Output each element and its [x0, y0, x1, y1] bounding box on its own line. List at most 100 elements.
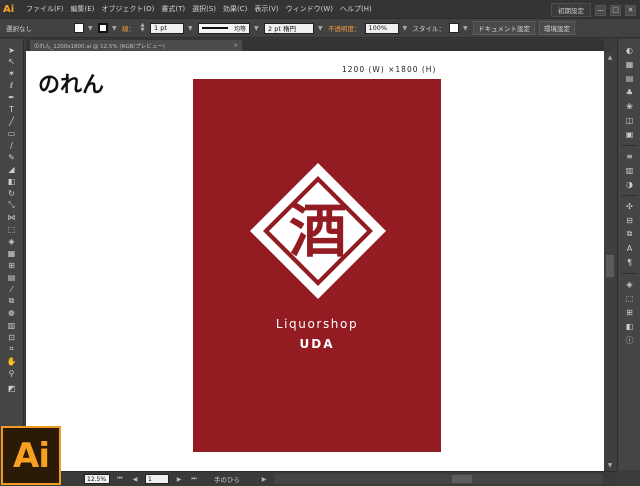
menu-file[interactable]: ファイル(F) [26, 4, 64, 14]
prev-artboard-icon[interactable]: ◀ [130, 474, 140, 484]
pathfinder-panel-icon[interactable]: ⧉ [623, 229, 636, 239]
opacity-label[interactable]: 不透明度： [328, 23, 361, 33]
color-guide-panel-icon[interactable]: ▦ [623, 59, 636, 69]
menu-effect[interactable]: 効果(C) [223, 4, 247, 14]
perspective-grid-tool-icon[interactable]: ▦ [5, 248, 18, 258]
size-label: 1200 (W) ×1800 (H) [342, 65, 437, 74]
symbols-panel-icon[interactable]: ❀ [623, 101, 636, 111]
graphic-styles-panel-icon[interactable]: ◫ [623, 115, 636, 125]
swatches-panel-icon[interactable]: ▤ [623, 73, 636, 83]
slice-tool-icon[interactable]: ⌗ [5, 344, 18, 354]
opacity-dropdown-icon[interactable]: ▼ [403, 23, 409, 33]
menu-help[interactable]: ヘルプ(H) [340, 4, 372, 14]
stroke-panel-icon[interactable]: ≡ [623, 151, 636, 161]
transparency-panel-icon[interactable]: ◑ [623, 179, 636, 189]
fill-dropdown-icon[interactable]: ▼ [88, 23, 94, 33]
stroke-label[interactable]: 線： [122, 23, 135, 33]
scroll-up-icon[interactable]: ▲ [606, 53, 614, 61]
vertical-scrollbar[interactable]: ▲ ▼ [604, 51, 616, 471]
brush-select[interactable]: 2 pt 楕円 [264, 22, 314, 34]
magic-wand-tool-icon[interactable]: ✶ [5, 68, 18, 78]
menu-edit[interactable]: 編集(E) [71, 4, 95, 14]
stroke-weight-dropdown-icon[interactable]: ▼ [188, 23, 194, 33]
document-setup-button[interactable]: ドキュメント設定 [473, 21, 535, 35]
rotate-tool-icon[interactable]: ↻ [5, 188, 18, 198]
zoom-tool-icon[interactable]: ⚲ [5, 368, 18, 378]
free-transform-tool-icon[interactable]: ⬚ [5, 224, 18, 234]
style-swatch[interactable] [449, 23, 459, 33]
fill-swatch[interactable] [74, 23, 84, 33]
menu-select[interactable]: 選択(S) [192, 4, 216, 14]
opacity-field[interactable]: 100% [364, 22, 399, 34]
vertical-scroll-thumb[interactable] [606, 255, 614, 277]
line-tool-icon[interactable]: ╱ [5, 116, 18, 126]
zoom-field[interactable]: 12.5% [84, 474, 110, 484]
blob-brush-tool-icon[interactable]: ◢ [5, 164, 18, 174]
maximize-button[interactable]: □ [610, 4, 621, 16]
artboards-panel-icon[interactable]: ⬚ [623, 293, 636, 303]
align-panel-icon[interactable]: ⊟ [623, 215, 636, 225]
layers-panel-icon[interactable]: ◈ [623, 279, 636, 289]
fill-stroke-swap-icon[interactable]: ◩ [5, 383, 18, 393]
pencil-tool-icon[interactable]: ✎ [5, 152, 18, 162]
character-panel-icon[interactable]: A [623, 243, 636, 253]
lasso-tool-icon[interactable]: ℓ [5, 80, 18, 90]
stroke-profile-select[interactable]: 均等 [198, 22, 250, 34]
horizontal-scroll-thumb[interactable] [452, 475, 472, 483]
mesh-tool-icon[interactable]: ⊞ [5, 260, 18, 270]
hand-tool-icon[interactable]: ✋ [5, 356, 18, 366]
blend-tool-icon[interactable]: ⧉ [5, 296, 18, 306]
tools-panel: ➤ ↖ ✶ ℓ ✒ T ╱ ▭ ∕ ✎ ◢ ◧ ↻ ⤡ ⋈ ⬚ ◈ ▦ ⊞ ▤ … [0, 39, 24, 428]
stroke-swatch[interactable] [98, 23, 108, 33]
stroke-weight-field[interactable]: 1 pt [150, 22, 184, 34]
brushes-panel-icon[interactable]: ♣ [623, 87, 636, 97]
close-tab-icon[interactable]: × [233, 43, 238, 49]
menu-type[interactable]: 書式(T) [161, 4, 185, 14]
last-artboard-icon[interactable]: ⏭ [189, 474, 199, 484]
document-tab[interactable]: のれん_1200x1800.ai @ 12.5% (RGB/プレビュー) × [30, 40, 242, 51]
shape-builder-tool-icon[interactable]: ◈ [5, 236, 18, 246]
horizontal-scrollbar[interactable] [274, 474, 603, 484]
status-menu-icon[interactable]: ▶ [259, 474, 269, 484]
noren-artboard[interactable]: 酒 Liquorshop UDA [193, 79, 441, 452]
style-dropdown-icon[interactable]: ▼ [463, 23, 469, 33]
artboard-number-field[interactable]: 1 [145, 474, 169, 484]
scale-tool-icon[interactable]: ⤡ [5, 200, 18, 210]
paintbrush-tool-icon[interactable]: ∕ [5, 140, 18, 150]
stroke-weight-stepper-icon[interactable]: ▲ ▼ [139, 23, 146, 34]
rectangle-tool-icon[interactable]: ▭ [5, 128, 18, 138]
next-artboard-icon[interactable]: ▶ [174, 474, 184, 484]
selection-tool-icon[interactable]: ➤ [5, 45, 18, 55]
menu-view[interactable]: 表示(V) [254, 4, 278, 14]
menu-object[interactable]: オブジェクト(O) [101, 4, 154, 14]
preferences-button[interactable]: 環境設定 [539, 21, 575, 35]
width-tool-icon[interactable]: ⋈ [5, 212, 18, 222]
pen-tool-icon[interactable]: ✒ [5, 92, 18, 102]
menu-window[interactable]: ウィンドウ(W) [286, 4, 333, 14]
scroll-down-icon[interactable]: ▼ [606, 461, 614, 469]
artboard-tool-icon[interactable]: ⊡ [5, 332, 18, 342]
type-tool-icon[interactable]: T [5, 104, 18, 114]
stroke-profile-dropdown-icon[interactable]: ▼ [254, 23, 260, 33]
eyedropper-tool-icon[interactable]: ⁄ [5, 284, 18, 294]
brush-dropdown-icon[interactable]: ▼ [318, 23, 324, 33]
appearance-panel-icon[interactable]: ▣ [623, 129, 636, 139]
gradient-tool-icon[interactable]: ▤ [5, 272, 18, 282]
direct-selection-tool-icon[interactable]: ↖ [5, 56, 18, 66]
links-panel-icon[interactable]: ⊞ [623, 307, 636, 317]
navigator-panel-icon[interactable]: ◧ [623, 321, 636, 331]
canvas-area[interactable]: のれん 1200 (W) ×1800 (H) 酒 Liquorshop UDA [26, 51, 604, 471]
close-button[interactable]: ✕ [625, 4, 636, 16]
color-panel-icon[interactable]: ◐ [623, 45, 636, 55]
stroke-dropdown-icon[interactable]: ▼ [112, 23, 118, 33]
symbol-sprayer-tool-icon[interactable]: ❁ [5, 308, 18, 318]
first-artboard-icon[interactable]: ⏮ [115, 474, 125, 484]
paragraph-panel-icon[interactable]: ¶ [623, 257, 636, 267]
workspace-switcher[interactable]: 初期設定 [551, 3, 591, 17]
eraser-tool-icon[interactable]: ◧ [5, 176, 18, 186]
column-graph-tool-icon[interactable]: ▥ [5, 320, 18, 330]
transform-panel-icon[interactable]: ✣ [623, 201, 636, 211]
gradient-panel-icon[interactable]: ▥ [623, 165, 636, 175]
info-panel-icon[interactable]: ⓘ [623, 335, 636, 345]
minimize-button[interactable]: — [595, 4, 606, 16]
